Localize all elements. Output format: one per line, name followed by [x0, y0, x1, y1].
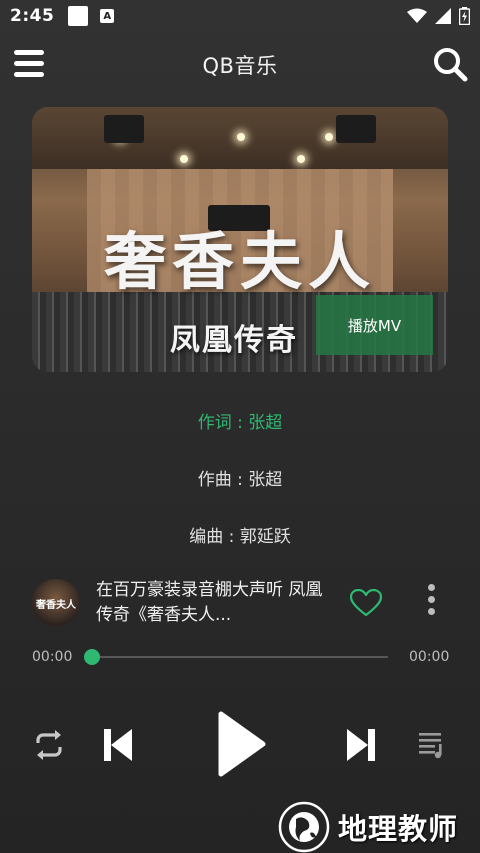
- ceiling-light: [180, 155, 188, 163]
- current-time: 00:00: [32, 649, 73, 665]
- lyric-line: 编曲 : 郭延跃: [189, 527, 291, 547]
- album-art-subtitle: 凤凰传奇: [170, 323, 298, 358]
- progress-track[interactable]: [92, 656, 388, 658]
- battery-charging-icon: [459, 7, 470, 25]
- lyric-line: 作曲 : 张超: [197, 470, 283, 490]
- app-title: QB音乐: [202, 54, 278, 78]
- progress-thumb[interactable]: [84, 649, 100, 665]
- track-title: 在百万豪装录音棚大声听 凤凰传奇《奢香夫人...: [96, 580, 323, 625]
- ceiling-light: [325, 133, 333, 141]
- speaker: [336, 115, 376, 143]
- heart-outline-icon[interactable]: [350, 589, 382, 617]
- repeat-icon[interactable]: [32, 729, 66, 761]
- playlist-icon[interactable]: [418, 731, 446, 759]
- ceiling-light: [237, 133, 245, 141]
- ceiling-light: [297, 155, 305, 163]
- app-bar: QB音乐: [0, 36, 480, 92]
- watermark: 地理教师: [278, 801, 478, 853]
- status-time: 2:45: [10, 6, 55, 26]
- track-thumbnail-text: 奢香夫人: [36, 599, 76, 611]
- wifi-icon: [407, 8, 427, 23]
- speaker: [104, 115, 144, 143]
- play-mv-button[interactable]: 播放MV: [316, 295, 433, 355]
- album-art[interactable]: 奢香夫人 凤凰传奇 播放MV: [32, 107, 448, 372]
- track-thumbnail[interactable]: 奢香夫人: [32, 579, 80, 627]
- play-icon[interactable]: [216, 711, 266, 777]
- skip-previous-icon[interactable]: [103, 728, 133, 762]
- total-time: 00:00: [409, 649, 450, 665]
- skip-next-icon[interactable]: [346, 728, 376, 762]
- cell-signal-icon: [435, 8, 451, 24]
- more-vertical-icon[interactable]: [424, 584, 438, 622]
- album-art-title: 奢香夫人: [103, 225, 376, 298]
- status-icons: [407, 7, 470, 25]
- lyric-line: 作词 : 张超: [197, 413, 283, 433]
- watermark-text: 地理教师: [338, 812, 459, 846]
- notification-square-icon: [68, 6, 89, 26]
- search-icon[interactable]: [432, 46, 468, 82]
- globe-logo-icon: [278, 801, 330, 853]
- status-bar: 2:45 A: [0, 0, 480, 32]
- notification-a-icon: A: [100, 9, 115, 23]
